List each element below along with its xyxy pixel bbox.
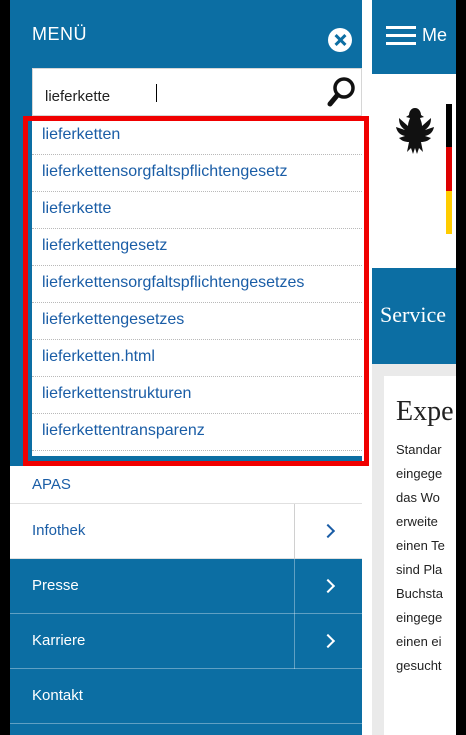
menu-header: MENÜ [10, 0, 362, 56]
content-card: Expe Standar eingege das Wo erweite eine… [384, 376, 456, 735]
menu-title: MENÜ [32, 24, 87, 44]
service-label: Service [380, 302, 446, 327]
menu-item-label: Kontakt [32, 687, 83, 704]
menu-item-label: Infothek [32, 522, 86, 539]
content-line: eingege [396, 466, 443, 481]
content-line: sind Pla [396, 562, 443, 577]
content-line: einen Te [396, 538, 445, 553]
search-box [32, 68, 362, 116]
search-icon [327, 77, 355, 107]
federal-eagle-icon [396, 108, 434, 154]
search-input[interactable] [33, 69, 313, 115]
chevron-right-icon[interactable] [294, 559, 362, 614]
content-area: Expe Standar eingege das Wo erweite eine… [372, 364, 456, 735]
menu-item-label: Karriere [32, 632, 86, 649]
chevron-right-icon[interactable] [294, 614, 362, 669]
close-icon[interactable] [328, 28, 352, 52]
menu-item-karriere[interactable]: Karriere [10, 614, 362, 669]
hamburger-icon[interactable] [386, 26, 416, 46]
content-line: Standar [396, 442, 442, 457]
service-bar[interactable]: Service [372, 268, 456, 364]
content-line: gesucht [396, 658, 442, 673]
content-line: Buchsta [396, 586, 443, 601]
text-caret [156, 84, 157, 102]
page: Me Service Expe Standar eingege das Wo e… [10, 0, 456, 735]
content-line: das Wo [396, 490, 440, 505]
site-logo-area [372, 74, 456, 268]
highlight-frame [23, 116, 369, 466]
site-header: Me [372, 0, 456, 74]
site-menu-label[interactable]: Me [422, 25, 447, 46]
content-line: erweite [396, 514, 438, 529]
content-line: eingege [396, 610, 443, 625]
search-button[interactable] [319, 69, 363, 115]
content-line: einen ei [396, 634, 442, 649]
menu-item-presse[interactable]: Presse [10, 559, 362, 614]
menu-panel: MENÜ lieferketten lieferkettensorgfaltsp… [10, 0, 369, 735]
menu-item-label: APAS [32, 476, 71, 493]
menu-item-apas[interactable]: APAS [10, 466, 362, 504]
flag-stripe [446, 104, 452, 234]
content-heading: Expe [396, 396, 454, 427]
menu-item-kontakt[interactable]: Kontakt [10, 669, 362, 724]
menu-list: APAS Infothek Presse Karriere Kontakt [10, 466, 362, 724]
menu-item-label: Presse [32, 577, 79, 594]
menu-item-infothek[interactable]: Infothek [10, 504, 362, 559]
chevron-right-icon[interactable] [294, 504, 362, 559]
